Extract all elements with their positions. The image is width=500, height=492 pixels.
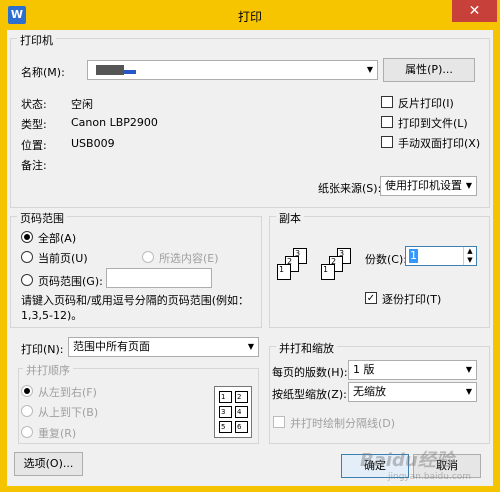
chevron-down-icon: ▼	[247, 342, 254, 351]
type-label: 类型:	[21, 118, 47, 131]
order-group-label: 并打顺序	[23, 362, 73, 378]
close-button[interactable]: ✕	[452, 0, 497, 22]
copies-stack-icon-2: 3 2 1	[321, 248, 357, 298]
comment-label: 备注:	[21, 159, 47, 172]
printer-name-select[interactable]: ▼	[87, 60, 378, 80]
collate-label: 逐份打印(T)	[382, 293, 442, 306]
paper-source-value: 使用打印机设置	[385, 179, 462, 192]
status-label: 状态:	[21, 98, 47, 111]
draw-borders-checkbox[interactable]	[273, 416, 285, 428]
print-to-file-checkbox[interactable]	[381, 116, 393, 128]
baidu-watermark: Baidu经验	[360, 450, 454, 471]
range-pages-radio[interactable]	[21, 274, 33, 286]
pages-per-sheet-value: 1 版	[353, 363, 375, 376]
chevron-down-icon: ▼	[465, 181, 472, 190]
range-current-label: 当前页(U)	[38, 252, 88, 265]
pages-per-sheet-label: 每页的版数(H):	[272, 366, 348, 379]
range-all-label: 全部(A)	[38, 232, 77, 245]
order-repeat-label: 重复(R)	[38, 427, 77, 440]
chevron-down-icon: ▼	[366, 65, 373, 74]
range-selection-radio[interactable]	[142, 251, 154, 263]
properties-button[interactable]: 属性(P)...	[383, 58, 475, 82]
type-value: Canon LBP2900	[71, 116, 158, 129]
order-ttb-label: 从上到下(B)	[38, 406, 99, 419]
spinner-arrows-icon[interactable]: ▲ ▼	[463, 247, 476, 265]
print-what-value: 范围中所有页面	[73, 340, 150, 353]
page-order-preview-icon: 1 2 3 4 5 6	[214, 386, 252, 438]
collate-checkbox[interactable]: ✓	[365, 292, 377, 304]
paper-source-select[interactable]: 使用打印机设置 ▼	[380, 176, 477, 196]
printer-group-label: 打印机	[17, 32, 56, 48]
manual-duplex-label: 手动双面打印(X)	[398, 137, 481, 150]
copies-count-input[interactable]: 1 ▲ ▼	[405, 246, 477, 266]
order-repeat-radio[interactable]	[21, 426, 33, 438]
copies-count-label: 份数(C):	[365, 253, 407, 266]
options-button[interactable]: 选项(O)...	[14, 452, 83, 476]
location-label: 位置:	[21, 139, 47, 152]
copies-group-label: 副本	[276, 210, 304, 226]
chevron-down-icon: ▼	[465, 387, 472, 396]
order-ltr-label: 从左到右(F)	[38, 386, 97, 399]
scale-select[interactable]: 无缩放 ▼	[348, 382, 477, 402]
page-range-hint: 请键入页码和/或用逗号分隔的页码范围(例如：1,3,5-12)。	[21, 294, 249, 322]
order-ttb-radio[interactable]	[21, 405, 33, 417]
mirror-print-checkbox[interactable]	[381, 96, 393, 108]
pages-per-sheet-select[interactable]: 1 版 ▼	[348, 360, 477, 380]
page-range-group-label: 页码范围	[17, 210, 67, 226]
order-ltr-radio[interactable]	[21, 385, 33, 397]
manual-duplex-checkbox[interactable]	[381, 136, 393, 148]
scale-label: 按纸型缩放(Z):	[272, 388, 347, 401]
chevron-down-icon: ▼	[465, 365, 472, 374]
status-value: 空闲	[71, 98, 93, 111]
location-value: USB009	[71, 137, 115, 150]
scale-value: 无缩放	[353, 385, 386, 398]
range-current-radio[interactable]	[21, 251, 33, 263]
print-what-select[interactable]: 范围中所有页面 ▼	[68, 337, 259, 357]
print-what-label: 打印(N):	[21, 343, 64, 356]
mirror-print-label: 反片打印(I)	[398, 97, 454, 110]
draw-borders-label: 并打时绘制分隔线(D)	[290, 417, 396, 430]
paper-source-label: 纸张来源(S):	[318, 182, 382, 195]
window-title: 打印	[237, 10, 262, 24]
print-to-file-label: 打印到文件(L)	[398, 117, 468, 130]
range-all-radio[interactable]	[21, 231, 33, 243]
printer-name-label: 名称(M):	[21, 66, 65, 79]
dialog-body: 打印机 名称(M): ▼ 属性(P)... 状态: 空闲 类型: Canon L…	[7, 30, 493, 486]
range-selection-label: 所选内容(E)	[159, 252, 219, 265]
page-range-input[interactable]	[106, 268, 212, 288]
range-pages-label: 页码范围(G):	[38, 275, 103, 288]
copies-stack-icon-1: 3 2 1	[277, 248, 313, 298]
copies-count-value: 1	[409, 249, 418, 263]
baidu-watermark-url: jingyan.baidu.com	[388, 472, 472, 482]
zoom-group-label: 并打和缩放	[276, 340, 337, 356]
